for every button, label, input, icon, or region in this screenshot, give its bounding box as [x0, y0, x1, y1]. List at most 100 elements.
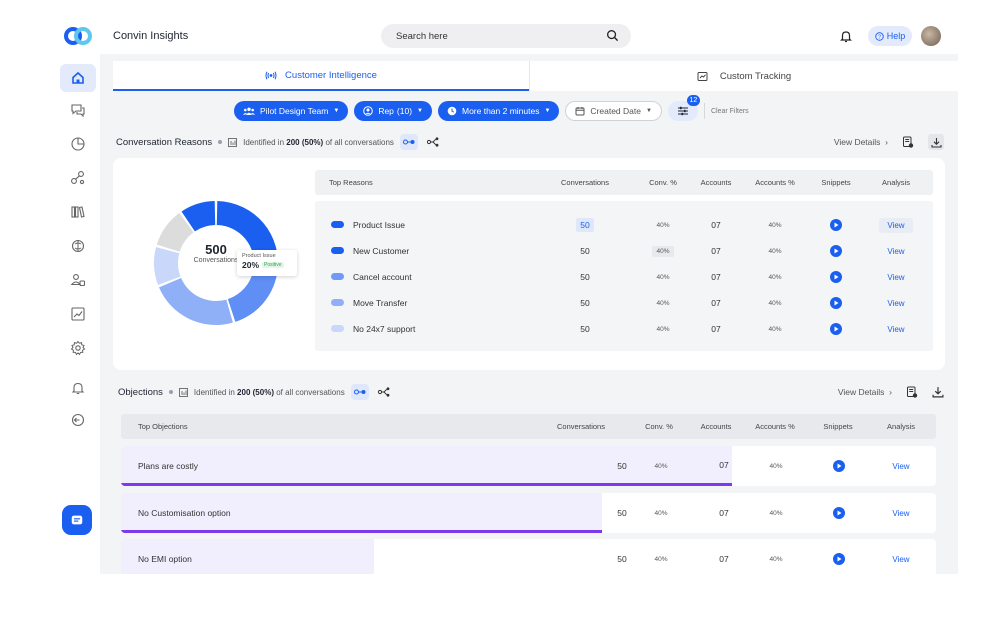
date-filter[interactable]: Created Date ▼: [565, 101, 662, 121]
nav-conversations-icon[interactable]: [60, 96, 96, 124]
download-icon[interactable]: [932, 386, 944, 398]
accounts-pct-value: 40%: [769, 462, 783, 470]
nav-team-icon[interactable]: [60, 266, 96, 294]
search-input[interactable]: Search here: [381, 24, 631, 48]
conversations-value[interactable]: 50: [555, 241, 615, 261]
view-analysis-link[interactable]: View: [892, 462, 909, 471]
play-snippet-icon[interactable]: [830, 245, 842, 257]
sequence-view-toggle[interactable]: [399, 134, 418, 150]
table-row[interactable]: Cancel account 50 40% 07 40% View: [315, 267, 933, 287]
accounts-pct-value: 40%: [768, 325, 782, 333]
reason-name: Cancel account: [353, 272, 412, 282]
tooltip-sentiment-tag: Positive: [262, 262, 284, 268]
link-nodes-icon: [402, 139, 415, 145]
nav-library-icon[interactable]: [60, 198, 96, 226]
reasons-table-body: Product Issue 50 40% 07 40% View New Cus…: [315, 201, 933, 351]
table-row[interactable]: Move Transfer 50 40% 07 40% View: [315, 293, 933, 313]
table-row[interactable]: Plans are costly 50 40% 07 40% View: [121, 446, 936, 486]
reasons-title: Conversation Reasons: [116, 136, 213, 148]
play-snippet-icon[interactable]: [830, 271, 842, 283]
conversations-value[interactable]: 50: [555, 267, 615, 287]
conv-pct-value: 40%: [654, 555, 668, 563]
view-analysis-link[interactable]: View: [879, 217, 913, 233]
table-icon: [228, 137, 238, 147]
clock-icon: [447, 106, 457, 116]
report-icon[interactable]: [906, 386, 918, 398]
view-analysis-link[interactable]: View: [887, 299, 904, 308]
team-filter-label: Pilot Design Team: [260, 106, 329, 116]
team-filter[interactable]: Pilot Design Team ▼: [234, 101, 349, 121]
svg-text:?: ?: [878, 34, 881, 40]
nav-trends-icon[interactable]: [60, 300, 96, 328]
nav-home-icon[interactable]: [60, 64, 96, 92]
legend-swatch: [331, 299, 344, 306]
nav-settings-icon[interactable]: [60, 334, 96, 362]
column-header: Analysis: [887, 422, 915, 431]
play-snippet-icon[interactable]: [830, 323, 842, 335]
objections-header: Objections Identified in 200 (50%) of al…: [118, 383, 393, 401]
tooltip-percent: 20%: [242, 260, 260, 270]
chevron-down-icon: ▼: [544, 108, 551, 114]
nav-logout-icon[interactable]: [60, 406, 96, 434]
sequence-view-toggle[interactable]: [350, 384, 369, 400]
play-snippet-icon[interactable]: [830, 297, 842, 309]
table-row[interactable]: New Customer 50 40% 07 40% View: [315, 241, 933, 261]
table-row[interactable]: No Customisation option 50 40% 07 40% Vi…: [121, 493, 936, 533]
tree-view-toggle[interactable]: [424, 134, 442, 150]
new-customer-slice[interactable]: [227, 270, 277, 322]
report-icon[interactable]: [902, 136, 914, 148]
objection-name: No EMI option: [138, 554, 192, 564]
play-snippet-icon[interactable]: [830, 219, 842, 231]
table-row[interactable]: No EMI option 50 40% 07 40% View: [121, 539, 936, 574]
accounts-pct-value: 40%: [769, 555, 783, 563]
nav-analytics-icon[interactable]: [60, 130, 96, 158]
clear-filters-link[interactable]: Clear Filters: [703, 103, 749, 119]
objections-identified: Identified in 200 (50%) of all conversat…: [193, 387, 345, 397]
objections-view-details[interactable]: View Details ›: [838, 387, 892, 397]
duration-filter[interactable]: More than 2 minutes ▼: [437, 101, 560, 121]
tree-view-toggle[interactable]: [375, 384, 393, 400]
play-snippet-icon[interactable]: [833, 507, 845, 519]
link-nodes-icon: [353, 389, 366, 395]
view-analysis-link[interactable]: View: [887, 325, 904, 334]
rep-filter[interactable]: Rep (10) ▼: [354, 101, 432, 121]
tab-label: Customer Intelligence: [285, 69, 377, 81]
conversations-value[interactable]: 50: [576, 218, 594, 232]
more-filters-button[interactable]: 12: [667, 95, 700, 121]
cancel-account-slice[interactable]: [159, 277, 233, 325]
convin-logo[interactable]: [64, 26, 92, 46]
tab-custom-tracking[interactable]: Custom Tracking: [529, 61, 958, 91]
view-analysis-link[interactable]: View: [887, 273, 904, 282]
play-snippet-icon[interactable]: [833, 553, 845, 565]
reasons-view-details[interactable]: View Details ›: [834, 137, 888, 147]
conv-pct-value: 40%: [656, 325, 670, 333]
reason-name: Product Issue: [353, 220, 405, 230]
column-header: Conv. %: [649, 178, 677, 187]
view-analysis-link[interactable]: View: [892, 509, 909, 518]
play-snippet-icon[interactable]: [833, 460, 845, 472]
view-analysis-link[interactable]: View: [887, 247, 904, 256]
conversations-value[interactable]: 50: [555, 293, 615, 313]
legend-swatch: [331, 325, 344, 332]
nav-network-icon[interactable]: [60, 164, 96, 192]
table-row[interactable]: Product Issue 50 40% 07 40% View: [315, 215, 933, 235]
conv-pct-value: 40%: [654, 509, 668, 517]
conv-pct-value: 40%: [654, 462, 668, 470]
search-icon[interactable]: [606, 29, 619, 42]
nav-intelligence-icon[interactable]: [60, 232, 96, 260]
tab-customer-intelligence[interactable]: Customer Intelligence: [113, 61, 529, 91]
legend-swatch: [331, 247, 344, 254]
bell-icon[interactable]: [839, 29, 853, 43]
conversations-value[interactable]: 50: [555, 319, 615, 339]
objections-title: Objections: [118, 386, 163, 398]
table-row[interactable]: No 24x7 support 50 40% 07 40% View: [315, 319, 933, 339]
accounts-pct-value: 40%: [768, 299, 782, 307]
nav-notifications-icon[interactable]: [60, 374, 96, 402]
chat-launcher-button[interactable]: [62, 505, 92, 535]
help-button[interactable]: ? Help: [868, 26, 912, 46]
view-analysis-link[interactable]: View: [892, 555, 909, 564]
reasons-download-button[interactable]: [928, 134, 944, 150]
main-content: Convin Insights Search here ? Help Custo…: [100, 14, 958, 574]
avatar[interactable]: [921, 26, 941, 46]
filter-count-badge: 12: [686, 95, 700, 106]
